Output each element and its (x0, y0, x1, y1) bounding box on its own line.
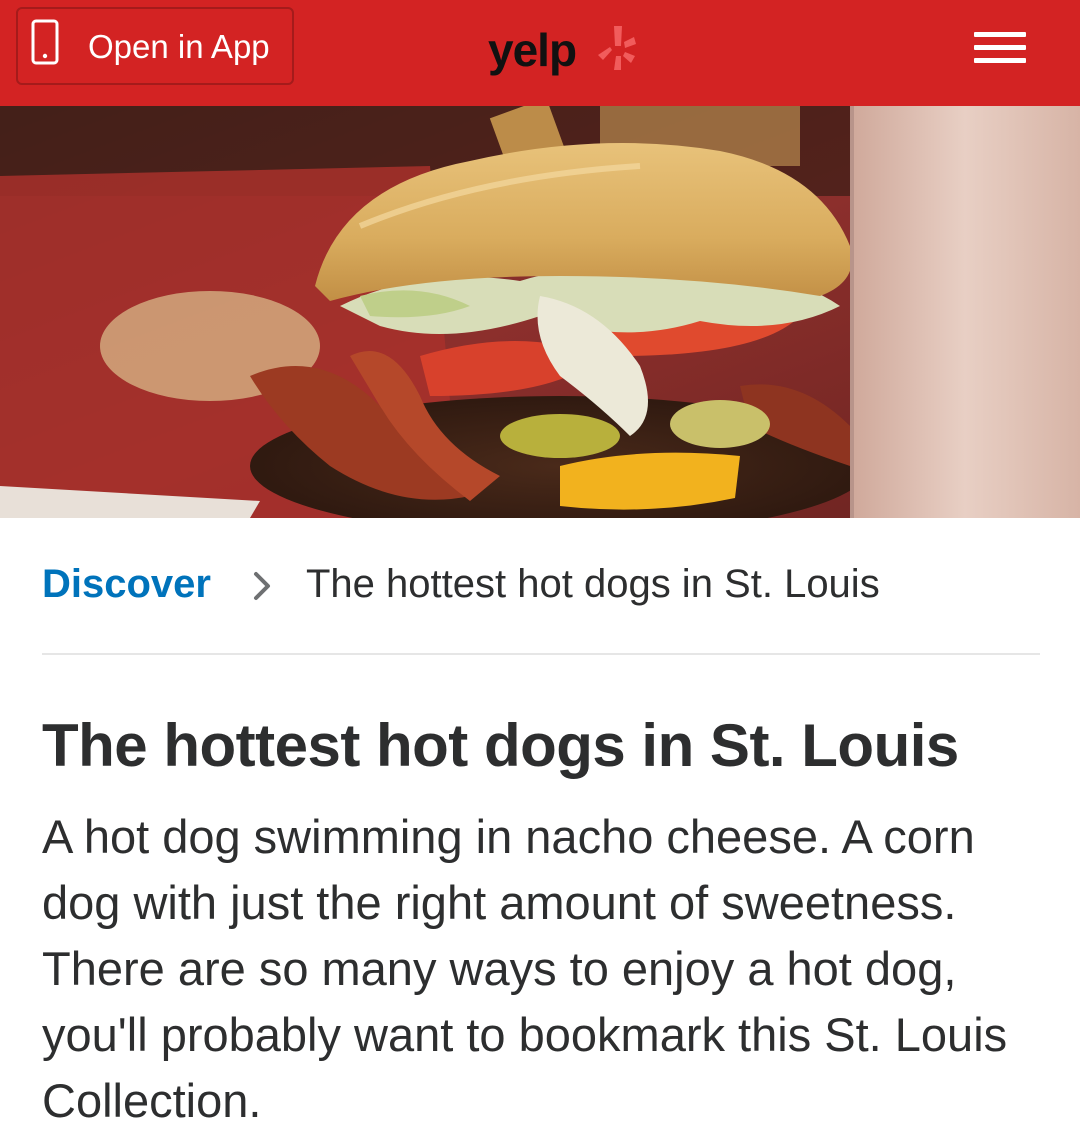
collection-description: A hot dog swimming in nacho cheese. A co… (42, 810, 1008, 1127)
section-divider (42, 653, 1040, 655)
food-photo (0, 106, 1080, 518)
hamburger-menu-icon[interactable] (972, 28, 1028, 68)
breadcrumb-link-discover[interactable]: Discover (42, 561, 211, 607)
yelp-burst-icon (598, 26, 636, 70)
yelp-logo[interactable]: yelp (488, 18, 638, 82)
breadcrumb: Discover The hottest hot dogs in St. Lou… (42, 555, 1042, 615)
yelp-wordmark: yelp (488, 24, 577, 76)
open-in-app-label: Open in App (88, 28, 270, 65)
top-app-bar: Open in App yelp (0, 0, 1080, 106)
hero-image (0, 106, 1080, 518)
page-title: The hottest hot dogs in St. Louis (42, 712, 959, 779)
open-in-app-button[interactable]: Open in App (16, 7, 294, 85)
breadcrumb-current: The hottest hot dogs in St. Louis (306, 562, 880, 606)
chevron-right-icon (254, 572, 270, 600)
phone-icon (31, 19, 59, 65)
